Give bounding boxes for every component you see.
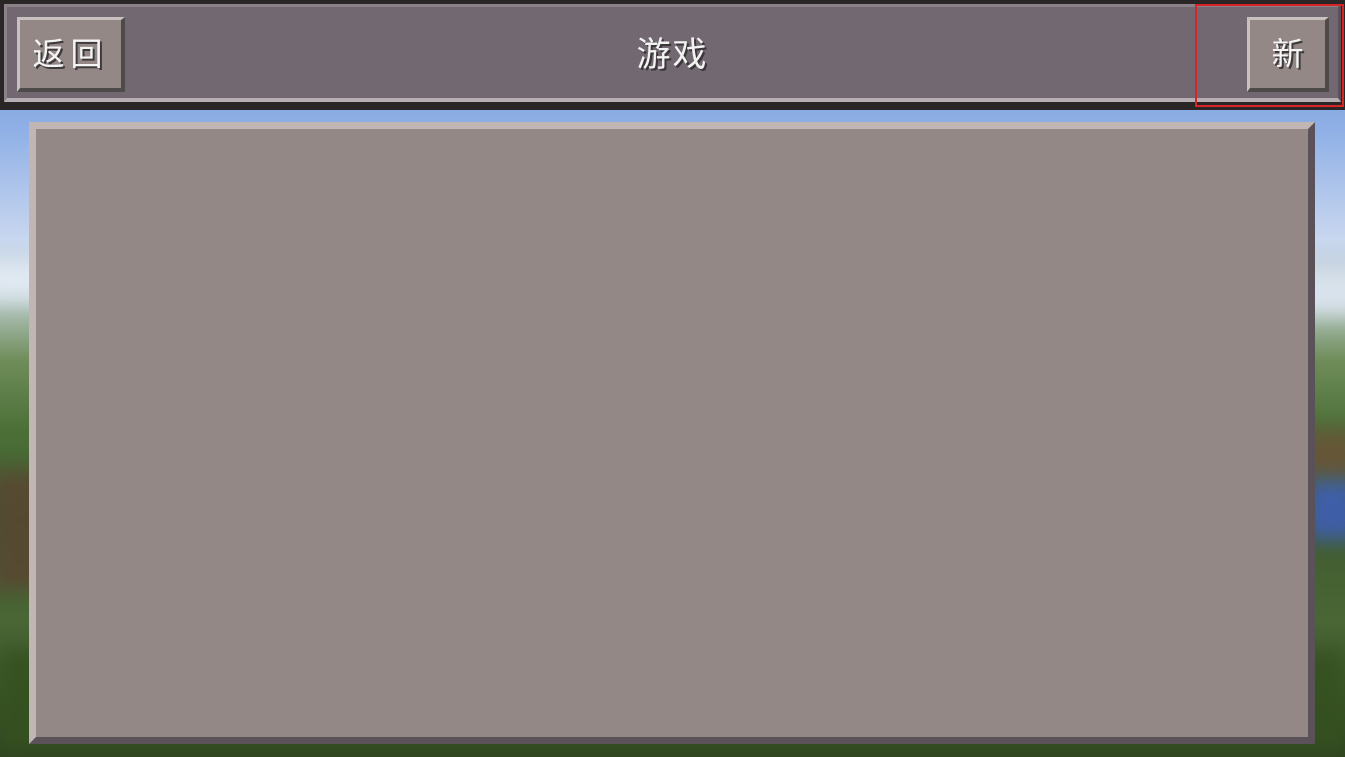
new-world-button[interactable]: 新 bbox=[1247, 17, 1329, 92]
page-title: 游戏 bbox=[636, 35, 709, 75]
back-button[interactable]: 返回 bbox=[17, 17, 125, 92]
world-list-panel[interactable] bbox=[29, 122, 1315, 744]
top-bar: 游戏 返回 新 bbox=[0, 0, 1345, 110]
game-select-screen: 游戏 返回 新 bbox=[0, 0, 1345, 757]
